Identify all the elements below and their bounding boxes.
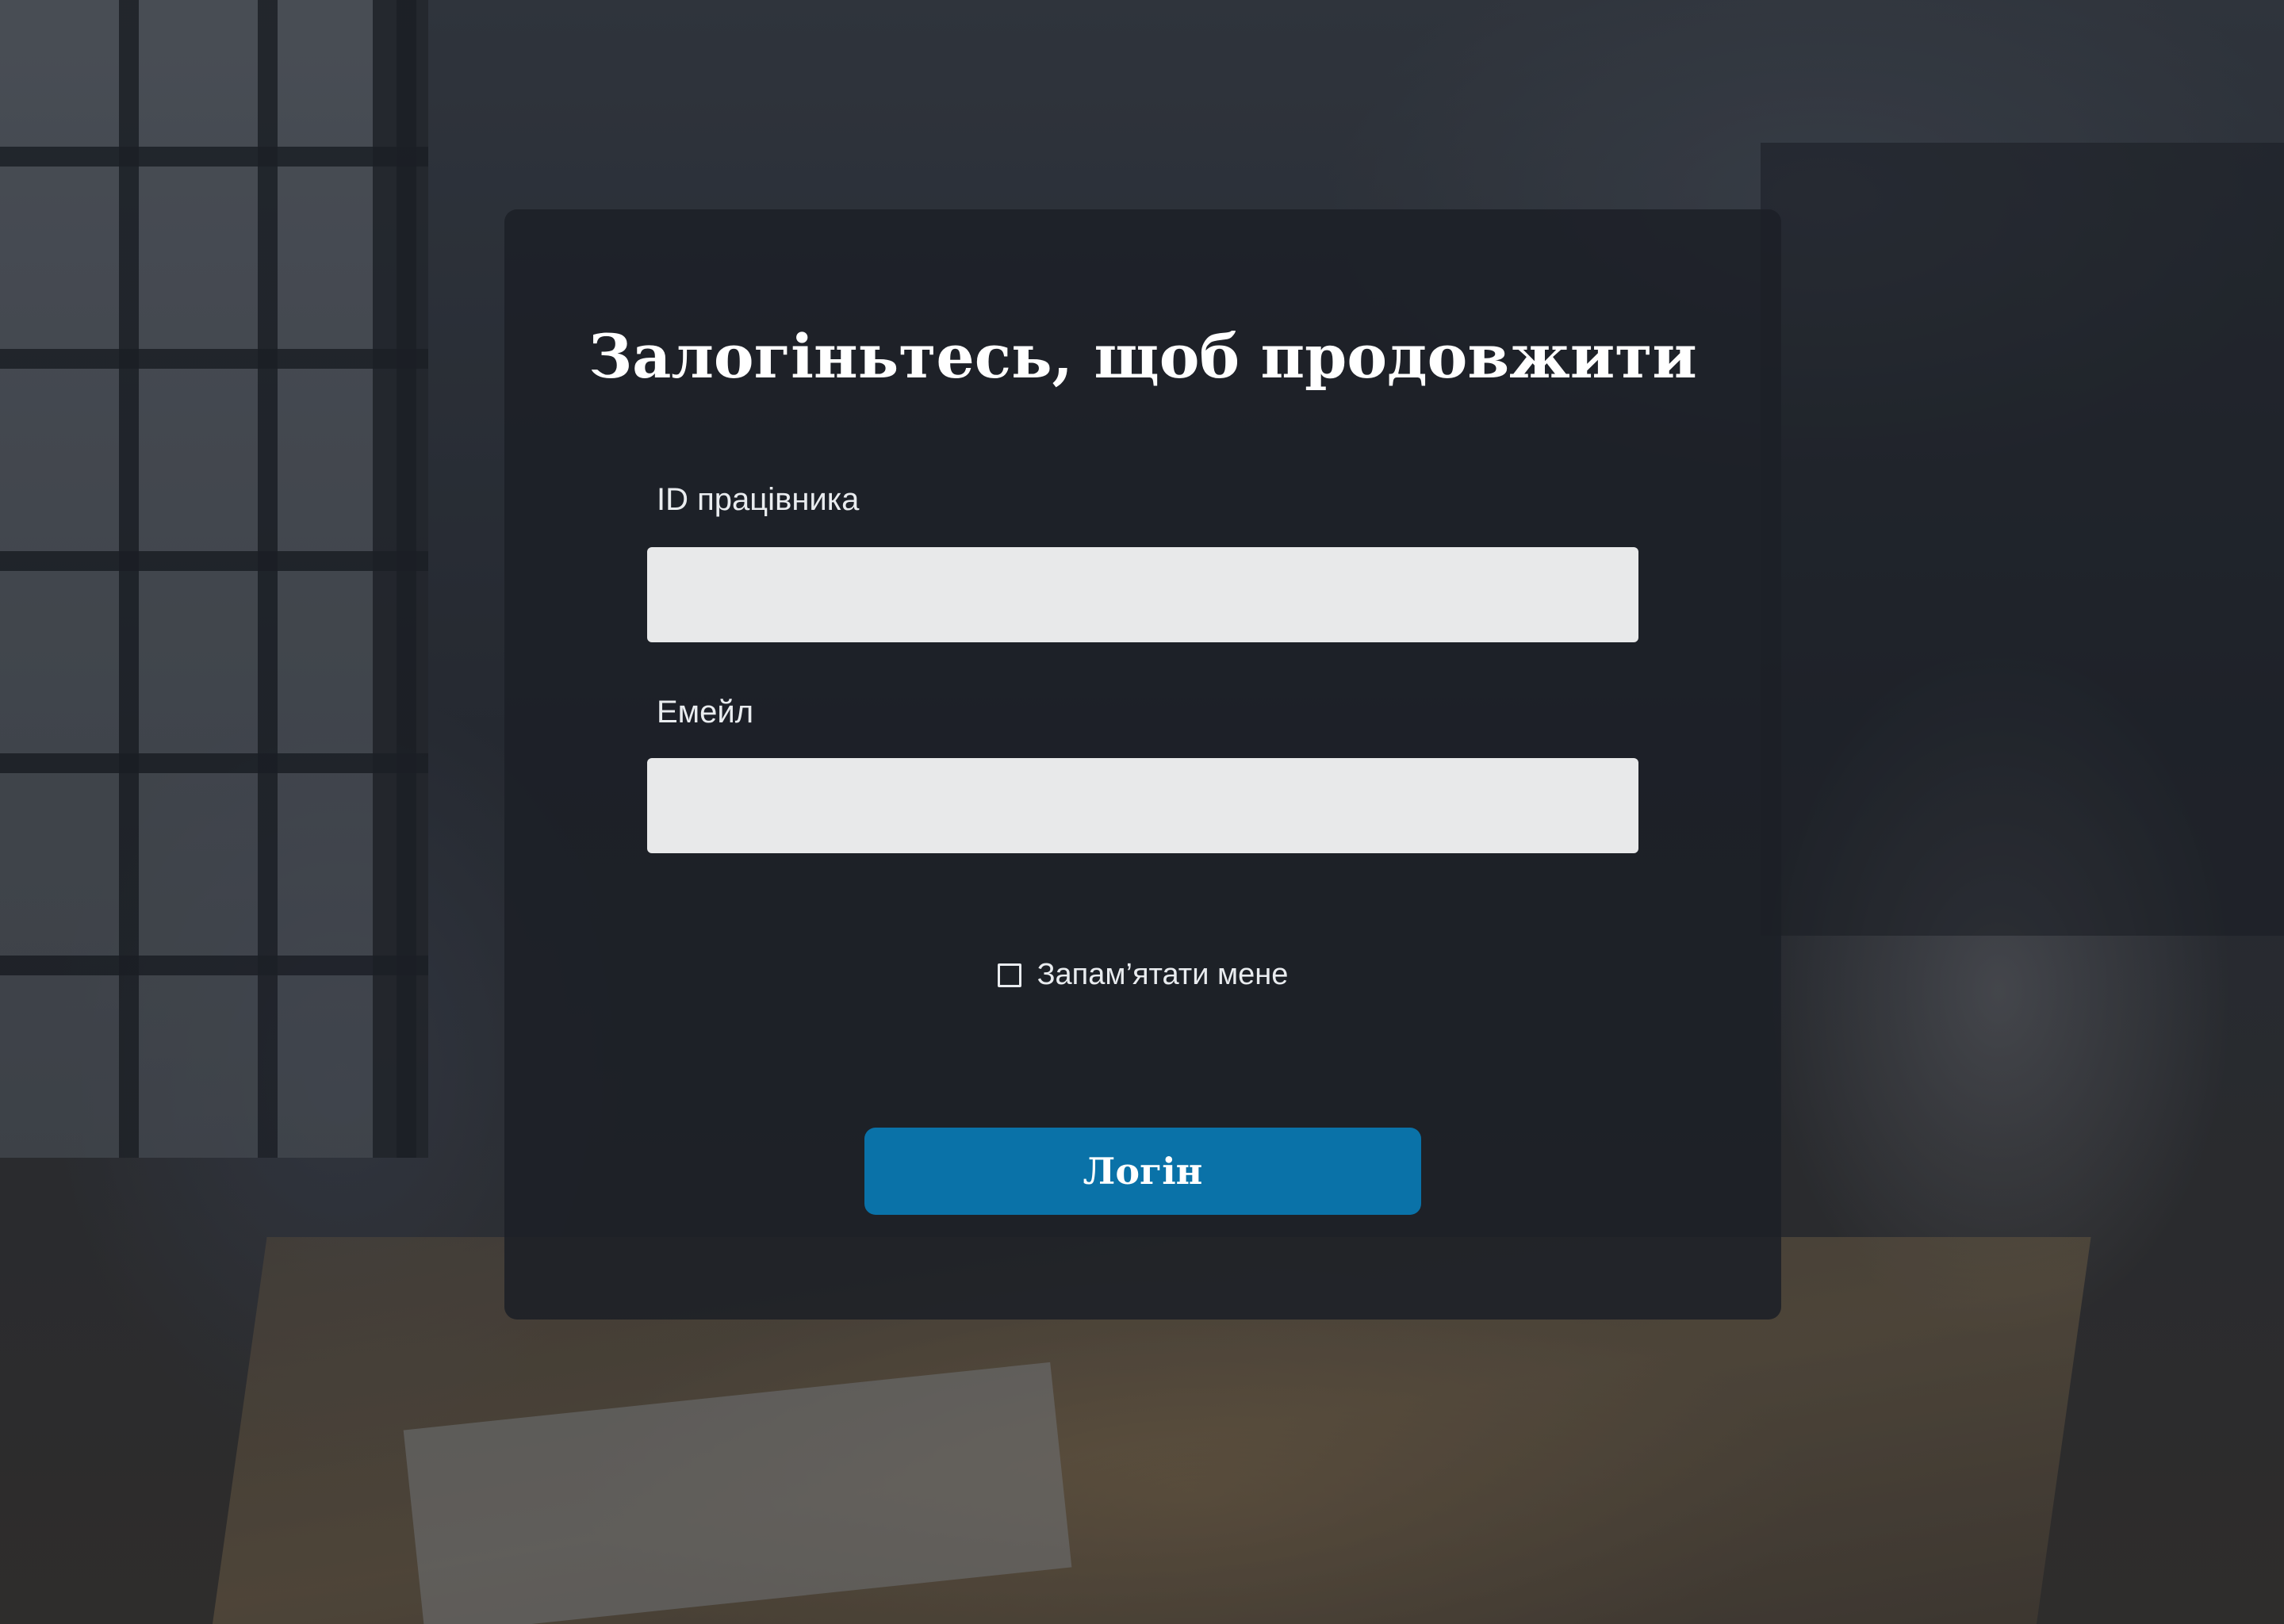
login-button[interactable]: Логін — [864, 1128, 1421, 1215]
remember-me-label[interactable]: Запам’ятати мене — [1037, 958, 1289, 992]
remember-me-checkbox[interactable] — [997, 963, 1021, 987]
email-input[interactable] — [647, 758, 1638, 853]
email-label: Емейл — [657, 695, 754, 730]
remember-me-row[interactable]: Запам’ятати мене — [504, 958, 1781, 992]
employee-id-input[interactable] — [647, 547, 1638, 642]
login-title: Залогіньтесь, щоб продовжити — [588, 321, 1697, 392]
employee-id-label: ID працівника — [657, 482, 860, 517]
login-card: Залогіньтесь, щоб продовжити ID працівни… — [504, 209, 1781, 1320]
